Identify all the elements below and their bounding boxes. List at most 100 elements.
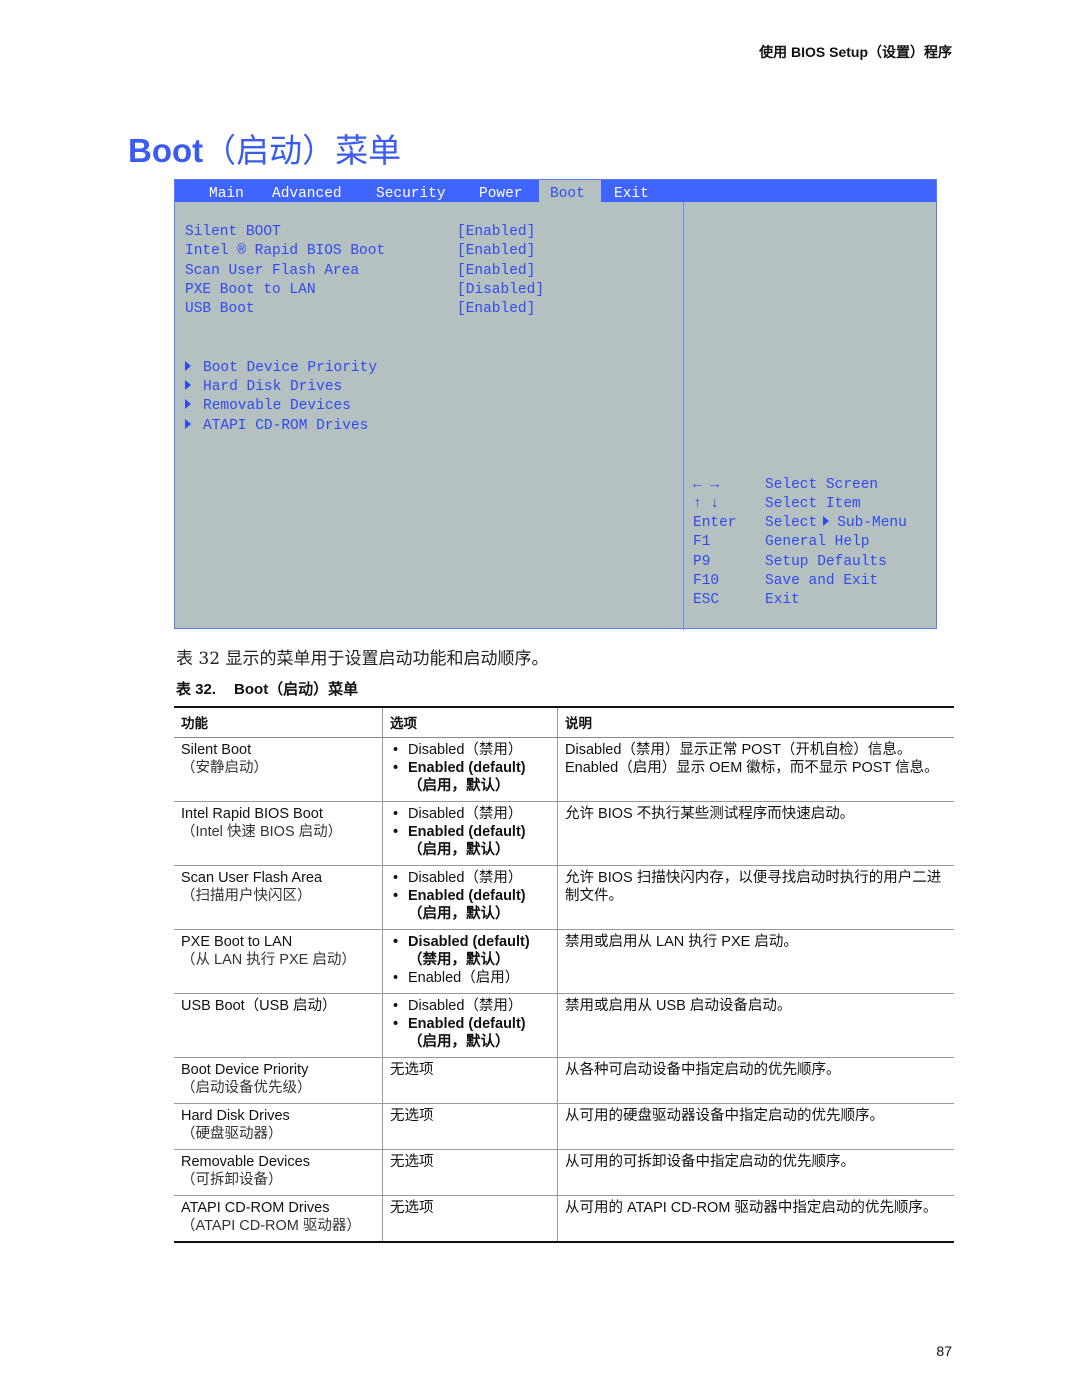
options-cell: Disabled（禁用） Enabled (default) （启用，默认） xyxy=(382,865,558,930)
table-row: ATAPI CD-ROM Drives （ATAPI CD-ROM 驱动器） 无选项… xyxy=(174,1195,954,1243)
option-item: Disabled (default) （禁用，默认） xyxy=(390,933,550,969)
key-p9: P9 xyxy=(693,554,711,570)
table-header-row: 功能 选项 说明 xyxy=(174,706,954,738)
option-text-cn: （启用，默认） xyxy=(408,1034,510,1050)
option-text: Enabled (default) xyxy=(408,888,526,904)
option-item: Disabled（禁用） xyxy=(390,997,550,1015)
options-cell: 无选项 xyxy=(382,1195,558,1243)
bios-tab-advanced[interactable]: Advanced xyxy=(272,180,342,202)
bios-setting-pxe-boot[interactable]: PXE Boot to LAN xyxy=(185,281,316,300)
option-item: Disabled（禁用） xyxy=(390,741,550,759)
submenu-label: Boot Device Priority xyxy=(203,360,378,376)
feature-name-cn: （安静启动） xyxy=(181,760,268,776)
bios-tab-security[interactable]: Security xyxy=(376,180,446,202)
description-cell: 允许 BIOS 扫描快闪内存，以便寻找启动时执行的用户二进制文件。 xyxy=(557,865,954,930)
key-desc-general-help: General Help xyxy=(765,534,870,550)
feature-name-cn: （Intel 快速 BIOS 启动） xyxy=(181,824,343,840)
bios-value-pxe-boot[interactable]: [Disabled] xyxy=(457,281,544,300)
bios-submenu-removable-devices[interactable]: Removable Devices xyxy=(185,397,351,416)
triangle-right-icon xyxy=(185,380,191,390)
feature-name-cn: （扫描用户快闪区） xyxy=(181,888,312,904)
feature-cell: Boot Device Priority （启动设备优先级） xyxy=(174,1057,383,1104)
key-f10: F10 xyxy=(693,573,720,589)
page-number: 87 xyxy=(936,1343,952,1359)
bios-tab-boot[interactable]: Boot xyxy=(539,180,601,202)
feature-name-cn: （可拆卸设备） xyxy=(181,1172,283,1188)
table-row: Hard Disk Drives （硬盘驱动器） 无选项 从可用的硬盘驱动器设备中指定… xyxy=(174,1103,954,1150)
key-arrows-ud: ↑ ↓ xyxy=(693,496,720,512)
options-cell: Disabled（禁用） Enabled (default) （启用，默认） xyxy=(382,737,558,802)
feature-cell: ATAPI CD-ROM Drives （ATAPI CD-ROM 驱动器） xyxy=(174,1195,383,1243)
options-cell: 无选项 xyxy=(382,1149,558,1196)
table-row: Boot Device Priority （启动设备优先级） 无选项 从各种可启动设备… xyxy=(174,1057,954,1104)
bios-setting-silent-boot[interactable]: Silent BOOT xyxy=(185,223,281,242)
feature-cell: Scan User Flash Area （扫描用户快闪区） xyxy=(174,865,383,930)
feature-name-cn: （启动设备优先级） xyxy=(181,1080,312,1096)
bios-setting-usb-boot[interactable]: USB Boot xyxy=(185,300,255,319)
submenu-label: Hard Disk Drives xyxy=(203,379,343,395)
no-option-text: 无选项 xyxy=(390,1200,434,1216)
option-text: Disabled（禁用） xyxy=(408,998,523,1014)
table-title: Boot（启动）菜单 xyxy=(234,681,359,698)
header-description: 说明 xyxy=(557,706,954,738)
option-text: Disabled（禁用） xyxy=(408,806,523,822)
description-cell: 从可用的可拆卸设备中指定启动的优先顺序。 xyxy=(557,1149,954,1196)
feature-cell: USB Boot（USB 启动） xyxy=(174,993,383,1058)
feature-name-cn: （ATAPI CD-ROM 驱动器） xyxy=(181,1218,361,1234)
key-desc-setup-defaults: Setup Defaults xyxy=(765,554,887,570)
key-desc-save-exit: Save and Exit xyxy=(765,573,879,589)
key-enter: Enter xyxy=(693,515,737,531)
bios-submenu-boot-device-priority[interactable]: Boot Device Priority xyxy=(185,359,377,378)
option-item: Enabled (default) （启用，默认） xyxy=(390,887,550,923)
option-text: Disabled（禁用） xyxy=(408,870,523,886)
bios-tab-power[interactable]: Power xyxy=(479,180,523,202)
submenu-label: ATAPI CD-ROM Drives xyxy=(203,418,369,434)
option-text: Disabled (default) xyxy=(408,934,530,950)
bios-submenu-atapi-cdrom[interactable]: ATAPI CD-ROM Drives xyxy=(185,417,368,436)
feature-name: ATAPI CD-ROM Drives xyxy=(181,1200,330,1216)
bios-value-silent-boot[interactable]: [Enabled] xyxy=(457,223,535,242)
page-title: Boot（启动）菜单 xyxy=(128,124,401,172)
bios-value-usb-boot[interactable]: [Enabled] xyxy=(457,300,535,319)
bios-value-scan-user-flash[interactable]: [Enabled] xyxy=(457,262,535,281)
bios-value-rapid-bios-boot[interactable]: [Enabled] xyxy=(457,242,535,261)
feature-name: Silent Boot xyxy=(181,742,252,758)
triangle-right-icon xyxy=(185,419,191,429)
table-row: Intel Rapid BIOS Boot （Intel 快速 BIOS 启动） D… xyxy=(174,801,954,866)
header-feature: 功能 xyxy=(174,706,383,738)
no-option-text: 无选项 xyxy=(390,1062,434,1078)
options-cell: 无选项 xyxy=(382,1057,558,1104)
bios-setting-rapid-bios-boot[interactable]: Intel ® Rapid BIOS Boot xyxy=(185,242,385,261)
feature-cell: Silent Boot （安静启动） xyxy=(174,737,383,802)
option-text: Enabled（启用） xyxy=(408,970,520,986)
bios-tab-bar: Main Advanced Security Power Boot Exit xyxy=(175,180,936,202)
feature-name: Scan User Flash Area xyxy=(181,870,323,886)
feature-cell: Removable Devices （可拆卸设备） xyxy=(174,1149,383,1196)
option-item: Disabled（禁用） xyxy=(390,805,550,823)
key-arrows-lr: ← → xyxy=(693,477,720,493)
triangle-right-icon xyxy=(185,399,191,409)
option-text: Enabled (default) xyxy=(408,1016,526,1032)
key-desc-exit: Exit xyxy=(765,592,800,608)
triangle-right-icon xyxy=(823,516,830,526)
key-f1: F1 xyxy=(693,534,711,550)
description-cell: 从可用的 ATAPI CD-ROM 驱动器中指定启动的优先顺序。 xyxy=(557,1195,954,1243)
bios-tab-main[interactable]: Main xyxy=(209,180,244,202)
options-cell: Disabled（禁用） Enabled (default) （启用，默认） xyxy=(382,801,558,866)
description-cell: 从可用的硬盘驱动器设备中指定启动的优先顺序。 xyxy=(557,1103,954,1150)
feature-name: PXE Boot to LAN xyxy=(181,934,293,950)
bios-setting-scan-user-flash[interactable]: Scan User Flash Area xyxy=(185,262,359,281)
table-number: 表 32. xyxy=(176,681,217,698)
running-head: 使用 BIOS Setup（设置）程序 xyxy=(759,44,952,60)
option-item: Enabled (default) （启用，默认） xyxy=(390,1015,550,1051)
table-row: Scan User Flash Area （扫描用户快闪区） Disabled（禁用… xyxy=(174,865,954,930)
option-text-cn: （启用，默认） xyxy=(408,842,510,858)
table-row: PXE Boot to LAN （从 LAN 执行 PXE 启动） Disabled… xyxy=(174,929,954,994)
bios-tab-exit[interactable]: Exit xyxy=(614,180,649,202)
option-text-cn: （启用，默认） xyxy=(408,778,510,794)
bios-submenu-hard-disk-drives[interactable]: Hard Disk Drives xyxy=(185,378,342,397)
bios-screen: Main Advanced Security Power Boot Exit S… xyxy=(174,179,937,630)
feature-name: Boot Device Priority xyxy=(181,1062,309,1078)
option-text: Enabled (default) xyxy=(408,824,526,840)
page-title-cn: （启动）菜单 xyxy=(203,132,402,169)
